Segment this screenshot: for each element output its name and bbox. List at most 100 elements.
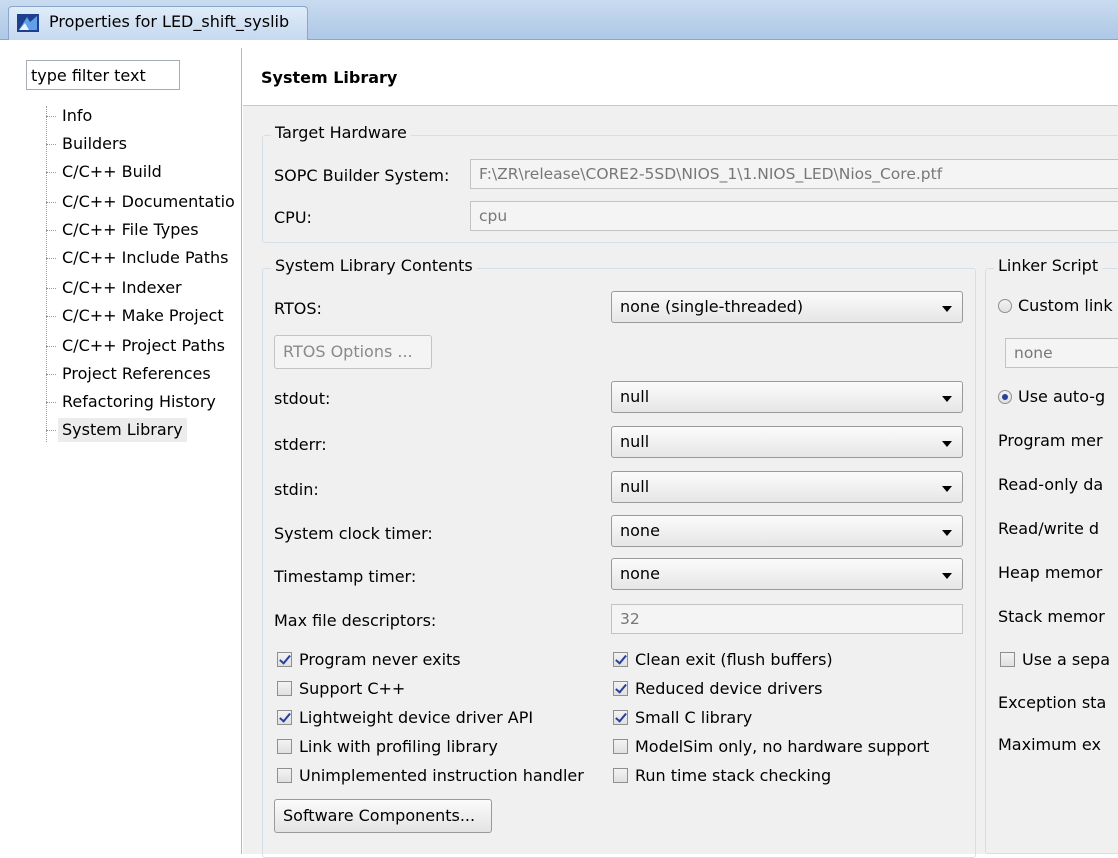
checkbox-label: Reduced device drivers <box>635 679 823 698</box>
software-components-button[interactable]: Software Components... <box>274 799 492 833</box>
small-c-library-checkbox[interactable]: Small C library <box>613 707 963 729</box>
tree-item-label: C/C++ Documentatio <box>62 192 235 211</box>
profiling-library-checkbox[interactable]: Link with profiling library <box>277 736 607 758</box>
heap-memory-label: Heap memor <box>998 563 1103 582</box>
unimplemented-instruction-handler-checkbox[interactable]: Unimplemented instruction handler <box>277 765 607 787</box>
chevron-down-icon <box>942 441 952 447</box>
tree-item-label: C/C++ Project Paths <box>62 336 225 355</box>
radio-selected-icon <box>998 390 1012 404</box>
checkbox-label: ModelSim only, no hardware support <box>635 737 930 756</box>
tree-item-cpp-project-paths[interactable]: C/C++ Project Paths <box>46 334 242 358</box>
group-label: System Library Contents <box>271 256 477 275</box>
checkbox-unchecked-icon <box>613 739 628 754</box>
exception-stack-label: Exception sta <box>998 693 1107 712</box>
clean-exit-checkbox[interactable]: Clean exit (flush buffers) <box>613 649 963 671</box>
tree-item-label: System Library <box>58 418 187 442</box>
checkbox-label: Program never exits <box>299 650 461 669</box>
sopc-builder-field[interactable]: F:\ZR\release\CORE2-5SD\NIOS_1\1.NIOS_LE… <box>470 159 1118 189</box>
modelsim-only-checkbox[interactable]: ModelSim only, no hardware support <box>613 736 973 758</box>
stderr-select-value: null <box>620 432 650 451</box>
separate-exception-stack-checkbox[interactable]: Use a sepa <box>1000 649 1118 671</box>
stdout-select-value: null <box>620 387 650 406</box>
checkbox-label: Support C++ <box>299 679 406 698</box>
checkbox-label: Lightweight device driver API <box>299 708 534 727</box>
lightweight-driver-api-checkbox[interactable]: Lightweight device driver API <box>277 707 607 729</box>
rtos-label: RTOS: <box>274 299 322 318</box>
tree-item-cpp-indexer[interactable]: C/C++ Indexer <box>46 276 242 300</box>
rtos-select-value: none (single-threaded) <box>620 297 804 316</box>
read-only-data-label: Read-only da <box>998 475 1104 494</box>
read-write-data-label: Read/write d <box>998 519 1100 538</box>
sopc-builder-label: SOPC Builder System: <box>274 166 450 185</box>
auto-generated-linker-script-radio[interactable]: Use auto-g <box>998 386 1118 408</box>
tree-item-refactoring-history[interactable]: Refactoring History <box>46 390 242 414</box>
checkbox-label: Unimplemented instruction handler <box>299 766 584 785</box>
target-hardware-group: Target Hardware SOPC Builder System: F:\… <box>262 123 1118 243</box>
checkbox-checked-icon <box>613 652 628 667</box>
page-header: System Library <box>243 48 1118 106</box>
checkbox-unchecked-icon <box>613 768 628 783</box>
page-title: System Library <box>261 68 398 87</box>
checkbox-label: Clean exit (flush buffers) <box>635 650 833 669</box>
checkbox-checked-icon <box>277 652 292 667</box>
tree-item-label: Info <box>62 106 93 125</box>
tree-item-label: C/C++ Include Paths <box>62 248 229 267</box>
rtos-select[interactable]: none (single-threaded) <box>611 291 963 323</box>
max-file-descriptors-field[interactable]: 32 <box>611 604 963 634</box>
custom-linker-script-field[interactable]: none <box>1005 338 1118 368</box>
window-titlebar: Properties for LED_shift_syslib <box>0 0 1118 40</box>
checkbox-label: Small C library <box>635 708 753 727</box>
system-library-contents-group: System Library Contents RTOS: none (sing… <box>262 256 976 858</box>
linker-script-clip: Linker Script Custom link none Use auto-… <box>981 253 1118 854</box>
tree-item-info[interactable]: Info <box>46 104 242 128</box>
radio-label: Use auto-g <box>1018 387 1106 406</box>
stderr-select[interactable]: null <box>611 426 963 458</box>
chevron-down-icon <box>942 486 952 492</box>
tree-item-system-library[interactable]: System Library <box>46 418 242 442</box>
checkbox-unchecked-icon <box>277 739 292 754</box>
tree-item-cpp-file-types[interactable]: C/C++ File Types <box>46 218 242 242</box>
tree-item-label: C/C++ Make Project <box>62 306 224 325</box>
tree-item-project-references[interactable]: Project References <box>46 362 242 386</box>
system-clock-timer-label: System clock timer: <box>274 524 433 543</box>
checkbox-unchecked-icon <box>277 768 292 783</box>
chevron-down-icon <box>942 306 952 312</box>
reduced-device-drivers-checkbox[interactable]: Reduced device drivers <box>613 678 963 700</box>
group-label: Target Hardware <box>271 123 411 142</box>
chevron-down-icon <box>942 530 952 536</box>
tree-item-cpp-documentation[interactable]: C/C++ Documentatio <box>46 190 242 214</box>
nios-app-icon <box>17 14 39 32</box>
tree-item-cpp-build[interactable]: C/C++ Build <box>46 160 242 184</box>
run-time-stack-checking-checkbox[interactable]: Run time stack checking <box>613 765 963 787</box>
custom-linker-script-radio[interactable]: Custom link <box>998 295 1118 317</box>
checkbox-label: Use a sepa <box>1022 650 1111 669</box>
tree-item-label: Builders <box>62 134 127 153</box>
support-cpp-checkbox[interactable]: Support C++ <box>277 678 607 700</box>
program-never-exits-checkbox[interactable]: Program never exits <box>277 649 607 671</box>
tree-item-label: Refactoring History <box>62 392 216 411</box>
timestamp-timer-select[interactable]: none <box>611 558 963 590</box>
tree-item-label: Project References <box>62 364 211 383</box>
checkbox-checked-icon <box>613 681 628 696</box>
tree-item-cpp-make-project[interactable]: C/C++ Make Project <box>46 304 242 328</box>
filter-input[interactable] <box>26 60 180 90</box>
checkbox-unchecked-icon <box>1000 652 1015 667</box>
radio-label: Custom link <box>1018 296 1113 315</box>
stdin-label: stdin: <box>274 480 319 499</box>
tree-item-cpp-include-paths[interactable]: C/C++ Include Paths <box>46 246 242 270</box>
checkbox-checked-icon <box>277 710 292 725</box>
system-clock-timer-value: none <box>620 521 660 540</box>
checkbox-unchecked-icon <box>277 681 292 696</box>
stdin-select-value: null <box>620 477 650 496</box>
rtos-options-button[interactable]: RTOS Options ... <box>274 335 432 369</box>
cpu-label: CPU: <box>274 208 312 227</box>
stdout-select[interactable]: null <box>611 381 963 413</box>
property-tree-panel: Info Builders C/C++ Build C/C++ Document… <box>20 48 242 854</box>
stack-memory-label: Stack memor <box>998 607 1105 626</box>
max-file-descriptors-label: Max file descriptors: <box>274 611 437 630</box>
tree-item-builders[interactable]: Builders <box>46 132 242 156</box>
system-clock-timer-select[interactable]: none <box>611 515 963 547</box>
cpu-field[interactable]: cpu <box>470 201 1118 231</box>
stdin-select[interactable]: null <box>611 471 963 503</box>
checkbox-checked-icon <box>613 710 628 725</box>
